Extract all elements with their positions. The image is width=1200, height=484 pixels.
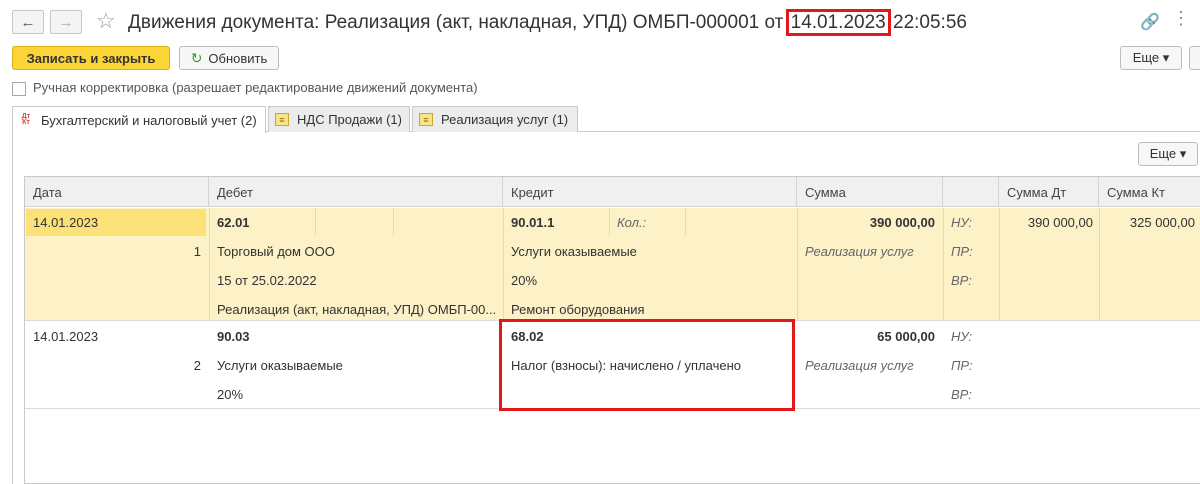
arrow-right-icon: → — [58, 13, 74, 31]
pr-label: ПР: — [951, 244, 973, 259]
row-date: 14.01.2023 — [33, 329, 99, 344]
window-title: Движения документа: Реализация (акт, нак… — [128, 9, 967, 36]
row-sum-dt: 390 000,00 — [1027, 215, 1093, 230]
row-sum-kt: 325 000,00 — [1129, 215, 1195, 230]
debit-subconto-1: Торговый дом ООО — [217, 244, 335, 259]
credit-subconto-1: Услуги оказываемые — [511, 244, 637, 259]
back-button[interactable]: ← — [12, 10, 44, 34]
nu-label: НУ: — [951, 215, 973, 230]
favorite-star-icon[interactable]: ☆ — [96, 9, 116, 33]
row-number: 2 — [193, 358, 201, 373]
tab-vat-sales[interactable]: ≡ НДС Продажи (1) — [268, 106, 410, 132]
header-empty — [943, 177, 999, 207]
refresh-icon: ↻ — [190, 49, 203, 66]
credit-qty-label: Кол.: — [617, 215, 647, 230]
more-button[interactable]: Еще ▾ — [1120, 46, 1182, 70]
dt-kt-icon: Дт Кт — [21, 113, 31, 126]
vr-label: ВР: — [951, 273, 972, 288]
row-content: Реализация услуг — [805, 244, 914, 259]
save-and-close-button[interactable]: Записать и закрыть — [12, 46, 170, 70]
manual-edit-checkbox[interactable] — [12, 82, 26, 96]
header-sum-kt[interactable]: Сумма Кт — [1099, 177, 1200, 207]
register-icon: ≡ — [419, 113, 433, 126]
forward-button[interactable]: → — [50, 10, 82, 34]
table-header: Дата Дебет Кредит Сумма Сумма Дт Сумма К… — [25, 177, 1200, 207]
extra-button[interactable] — [1189, 46, 1200, 70]
row-date: 14.01.2023 — [33, 215, 99, 230]
debit-subconto-2: 20% — [217, 387, 244, 402]
credit-subconto-2: 20% — [511, 273, 538, 288]
debit-subconto-1: Услуги оказываемые — [217, 358, 343, 373]
highlight-box — [499, 319, 795, 411]
refresh-button[interactable]: ↻ Обновить — [179, 46, 279, 70]
header-date[interactable]: Дата — [25, 177, 209, 207]
vr-label: ВР: — [951, 387, 972, 402]
more-vertical-icon[interactable]: ⋮ — [1172, 8, 1190, 29]
header-debit[interactable]: Дебет — [209, 177, 503, 207]
panel-border — [12, 131, 13, 484]
arrow-left-icon: ← — [20, 13, 36, 31]
manual-edit-label: Ручная корректировка (разрешает редактир… — [33, 80, 478, 95]
debit-subconto-3: Реализация (акт, накладная, УПД) ОМБП-00… — [217, 302, 497, 317]
header-credit[interactable]: Кредит — [503, 177, 797, 207]
credit-subconto-3: Ремонт оборудования — [511, 302, 645, 317]
row-sum: 390 000,00 — [869, 215, 935, 230]
debit-account: 62.01 — [217, 215, 250, 230]
row-content: Реализация услуг — [805, 358, 914, 373]
header-sum[interactable]: Сумма — [797, 177, 943, 207]
header-sum-dt[interactable]: Сумма Дт — [999, 177, 1099, 207]
credit-account: 90.01.1 — [511, 215, 555, 230]
debit-subconto-2: 15 от 25.02.2022 — [217, 273, 317, 288]
nu-label: НУ: — [951, 329, 973, 344]
link-icon[interactable]: 🔗 — [1140, 12, 1160, 32]
table-row[interactable]: 14.01.2023 1 62.01 Торговый дом ООО 15 о… — [25, 208, 1200, 321]
pr-label: ПР: — [951, 358, 973, 373]
grid-more-button[interactable]: Еще ▾ — [1138, 142, 1198, 166]
title-date: 14.01.2023 — [785, 9, 891, 36]
debit-account: 90.03 — [217, 329, 250, 344]
register-icon: ≡ — [275, 113, 289, 126]
row-number: 1 — [193, 244, 201, 259]
tab-accounting[interactable]: Дт Кт Бухгалтерский и налоговый учет (2) — [12, 106, 266, 133]
row-sum: 65 000,00 — [877, 329, 935, 344]
tab-services-sales[interactable]: ≡ Реализация услуг (1) — [412, 106, 578, 132]
